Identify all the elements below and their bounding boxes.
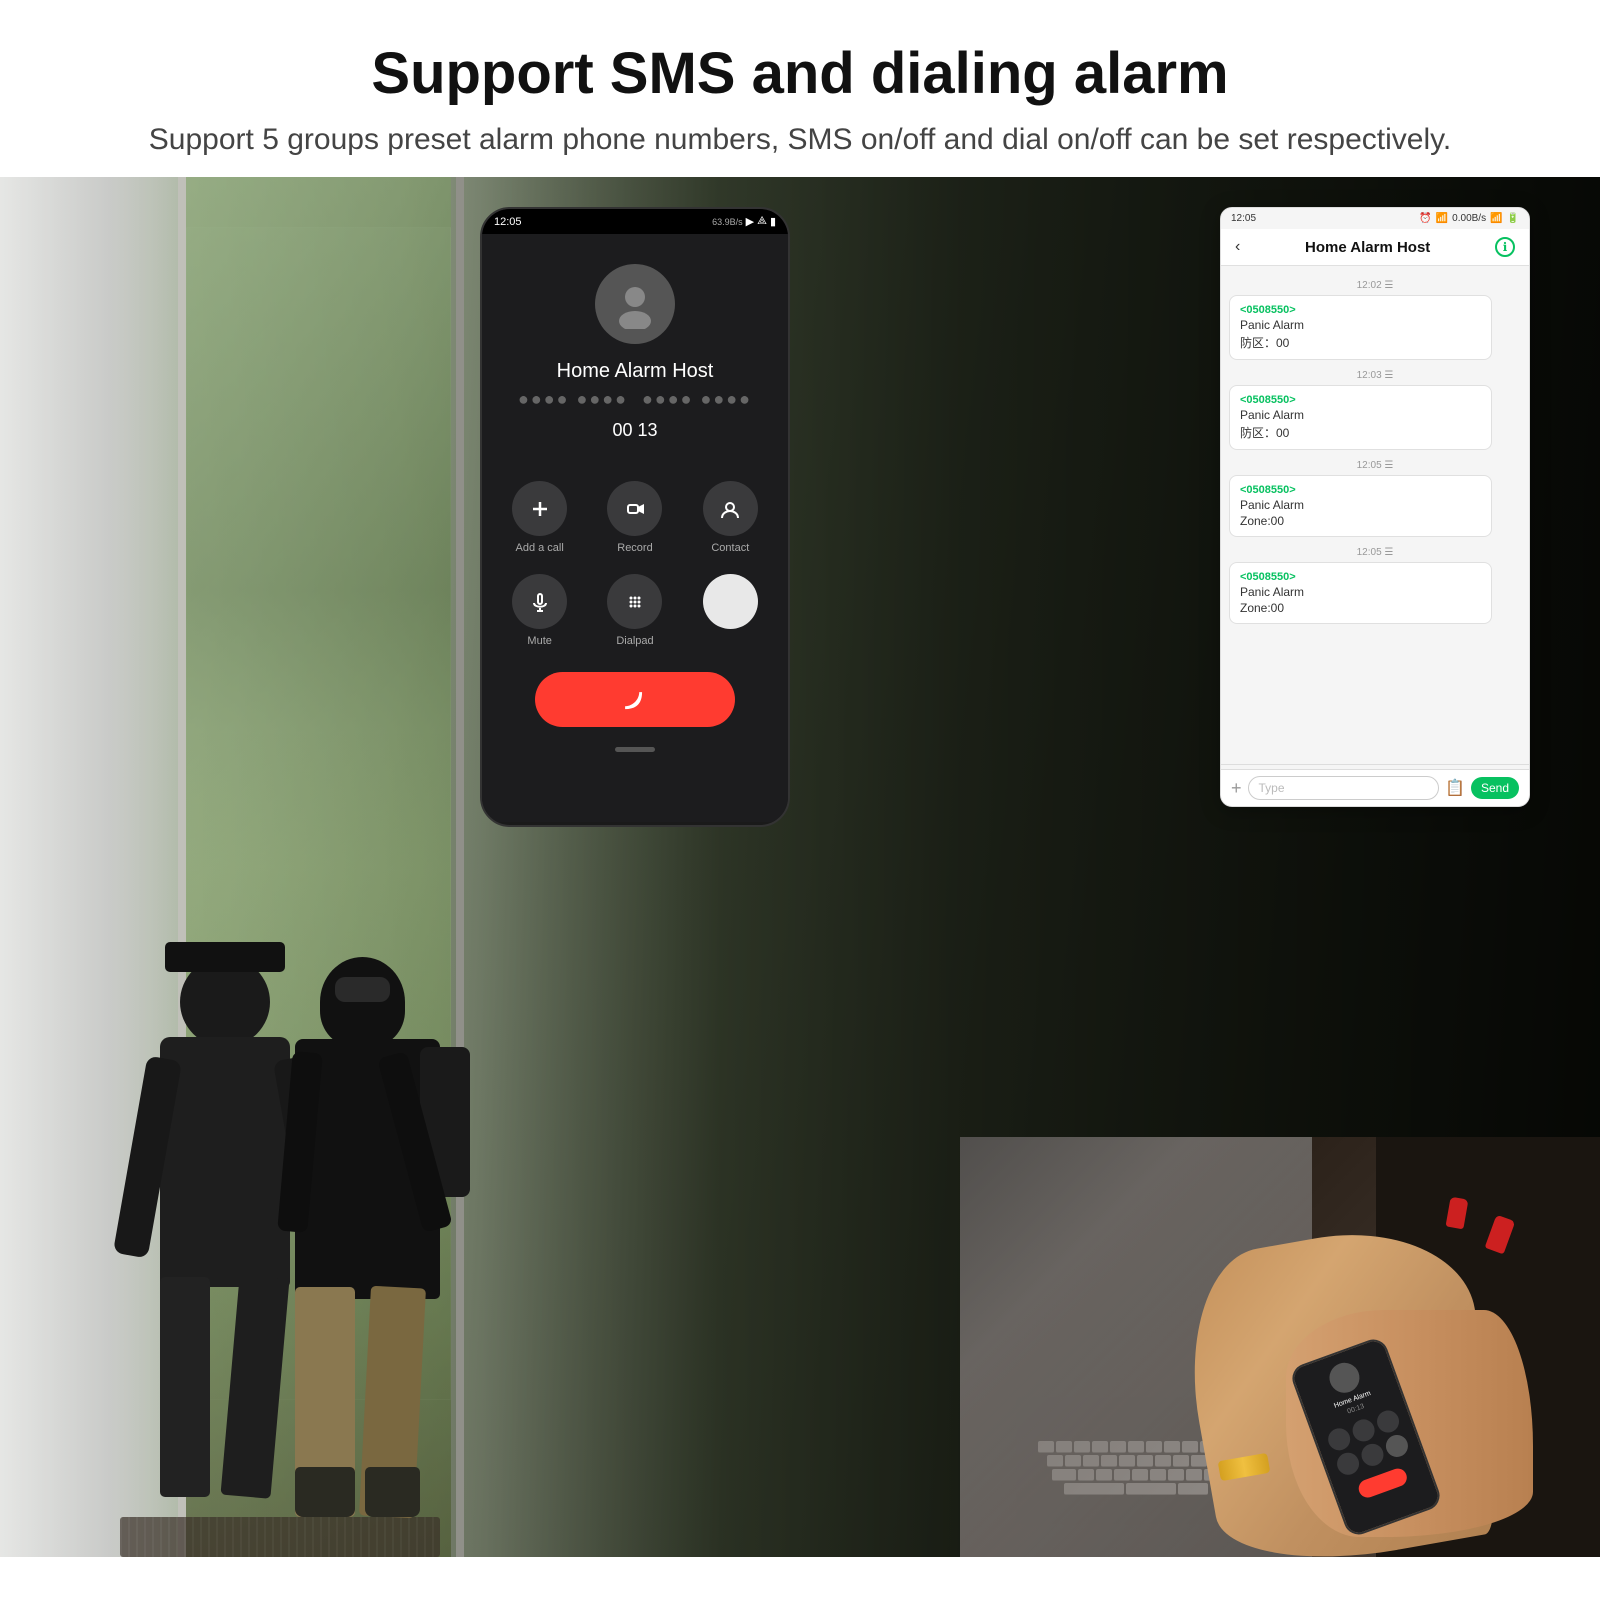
battery-icon: 🔋	[1507, 213, 1519, 224]
call-signal: ▶	[746, 215, 754, 228]
sms-messages: 12:02 ☰ <0508550> Panic Alarm 防区：00 12:0…	[1221, 266, 1529, 764]
sms-send-button[interactable]: Send	[1471, 777, 1519, 799]
dialpad-label: Dialpad	[616, 635, 653, 647]
info-button[interactable]: ℹ	[1495, 237, 1515, 257]
call-content: Home Alarm Host ●●●● ●●●● ●●●● ●●●● 00 1…	[482, 234, 788, 822]
sms-time-1: 12:02 ☰	[1229, 280, 1521, 291]
small-phone-avatar	[1325, 1359, 1363, 1397]
red-nail-2	[1445, 1197, 1468, 1230]
call-status-bar: 12:05 63.9B/s ▶ ⟁ ▮	[482, 209, 788, 234]
sms-from-2: <0508550>	[1240, 394, 1481, 406]
sms-bubble-1: <0508550> Panic Alarm 防区：00	[1229, 295, 1492, 360]
signal-bars: 📶	[1490, 213, 1502, 224]
door-frame-right	[456, 177, 464, 1557]
speed-label: 0.00B/s	[1452, 213, 1486, 224]
hand-scene: Home Alarm 00:13	[960, 1137, 1600, 1557]
sms-text-1b: 防区：00	[1240, 334, 1481, 351]
caller-avatar	[595, 264, 675, 344]
sms-contact-name: Home Alarm Host	[1305, 239, 1430, 256]
sms-bubble-4: <0508550> Panic Alarm Zone:00	[1229, 562, 1492, 624]
call-buttons: Add a call Record	[502, 481, 768, 647]
sms-send-label: Send	[1481, 781, 1509, 795]
call-network-speed: 63.9B/s	[712, 217, 743, 227]
mute-button[interactable]: Mute	[502, 574, 577, 647]
end-call-button[interactable]	[535, 672, 735, 727]
sms-time: 12:05	[1231, 213, 1256, 224]
sms-text-3a: Panic Alarm	[1240, 498, 1481, 512]
small-phone-end-btn	[1356, 1466, 1409, 1500]
back-arrow[interactable]: ‹	[1235, 238, 1240, 256]
call-battery: ▮	[770, 215, 776, 228]
mute-label: Mute	[527, 635, 551, 647]
person-icon	[610, 279, 660, 329]
sms-text-4a: Panic Alarm	[1240, 585, 1481, 599]
burglar-2	[290, 957, 450, 1517]
sms-time-3: 12:05 ☰	[1229, 460, 1521, 471]
phone-call-mockup: 12:05 63.9B/s ▶ ⟁ ▮ Home Al	[480, 207, 790, 827]
phone-hand-photo: Home Alarm 00:13	[960, 1137, 1600, 1557]
sms-text-3b: Zone:00	[1240, 514, 1481, 528]
page-title: Support SMS and dialing alarm	[60, 40, 1540, 107]
door-mat	[120, 1517, 440, 1557]
red-nail-1	[1485, 1214, 1516, 1254]
speaker-circle	[703, 574, 758, 629]
sms-text-2b: 防区：00	[1240, 424, 1481, 441]
record-button[interactable]: Record	[597, 481, 672, 554]
dialpad-icon	[624, 591, 646, 613]
dialpad-button[interactable]: Dialpad	[597, 574, 672, 647]
sms-time-2: 12:03 ☰	[1229, 370, 1521, 381]
sms-status-bar: 12:05 ⏰ 📶 0.00B/s 📶 🔋	[1221, 208, 1529, 229]
small-phone-time: 00:13	[1346, 1403, 1365, 1416]
phone-sms-mockup: 12:05 ⏰ 📶 0.00B/s 📶 🔋 ‹ Home Alarm Host …	[1220, 207, 1530, 807]
contact-label: Contact	[711, 542, 749, 554]
call-duration: 00 13	[612, 420, 657, 441]
sms-placeholder: Type	[1259, 781, 1285, 795]
clock-icon: ⏰	[1419, 213, 1431, 224]
record-icon	[624, 498, 646, 520]
page-subtitle: Support 5 groups preset alarm phone numb…	[60, 123, 1540, 157]
sms-type-input[interactable]: Type	[1248, 776, 1440, 800]
contact-button[interactable]: Contact	[693, 481, 768, 554]
sms-add-icon[interactable]: +	[1231, 778, 1242, 799]
sms-bubble-2: <0508550> Panic Alarm 防区：00	[1229, 385, 1492, 450]
add-call-label: Add a call	[516, 542, 564, 554]
hand-phone-area: Home Alarm 00:13	[1152, 1179, 1600, 1557]
wifi-icon: 📶	[1436, 213, 1448, 224]
call-wifi: ⟁	[757, 215, 767, 228]
caller-name: Home Alarm Host	[557, 360, 714, 383]
home-indicator	[615, 747, 655, 752]
sms-input-bar: + Type 📋 Send	[1221, 769, 1529, 806]
sms-from-3: <0508550>	[1240, 484, 1481, 496]
page: Support SMS and dialing alarm Support 5 …	[0, 0, 1600, 1600]
speaker-button[interactable]	[693, 574, 768, 647]
contact-icon	[719, 498, 741, 520]
sms-bubble-3: <0508550> Panic Alarm Zone:00	[1229, 475, 1492, 537]
plus-icon	[529, 498, 551, 520]
sms-text-1a: Panic Alarm	[1240, 318, 1481, 332]
mute-icon	[529, 591, 551, 613]
sms-status-icons: ⏰ 📶 0.00B/s 📶 🔋	[1419, 213, 1519, 224]
call-time: 12:05	[494, 216, 522, 228]
sms-attach-icon[interactable]: 📋	[1445, 778, 1465, 798]
sms-text-4b: Zone:00	[1240, 601, 1481, 615]
sms-header: ‹ Home Alarm Host ℹ	[1221, 229, 1529, 266]
sms-from-4: <0508550>	[1240, 571, 1481, 583]
end-call-icon	[621, 686, 649, 714]
add-call-button[interactable]: Add a call	[502, 481, 577, 554]
sms-text-2a: Panic Alarm	[1240, 408, 1481, 422]
sms-time-4: 12:05 ☰	[1229, 547, 1521, 558]
caller-number: ●●●● ●●●● ●●●● ●●●●	[518, 389, 752, 410]
header: Support SMS and dialing alarm Support 5 …	[0, 0, 1600, 177]
main-area: 12:05 63.9B/s ▶ ⟁ ▮ Home Al	[0, 177, 1600, 1557]
record-label: Record	[617, 542, 652, 554]
sms-from-1: <0508550>	[1240, 304, 1481, 316]
